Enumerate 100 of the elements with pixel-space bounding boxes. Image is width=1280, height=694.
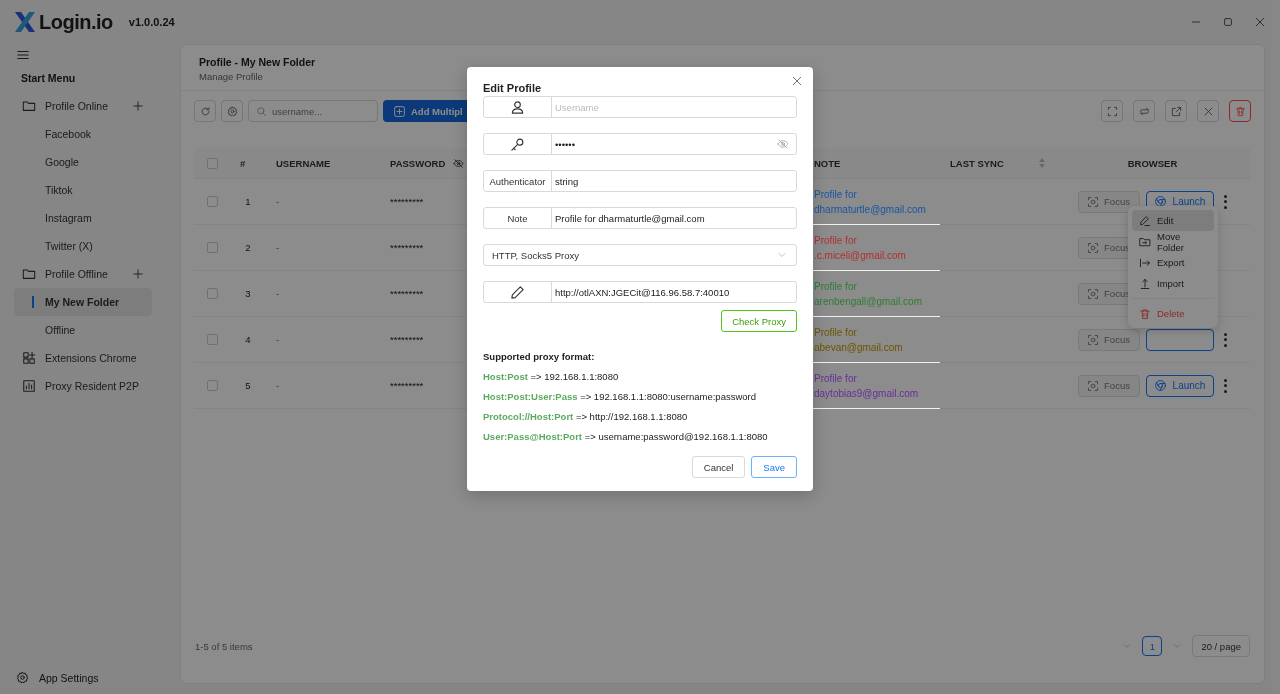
refresh-icon <box>199 105 211 117</box>
text-input[interactable]: string <box>552 171 796 191</box>
sync-icon <box>1138 105 1150 117</box>
table-cell: - <box>276 196 280 207</box>
items-summary: 1-5 of 5 items <box>195 640 253 652</box>
menu-item[interactable]: Edit <box>1132 210 1214 231</box>
sidebar-item[interactable]: Profile Offline <box>14 260 152 288</box>
user-icon <box>510 99 525 115</box>
close-icon <box>791 75 803 87</box>
more-button[interactable] <box>1223 332 1228 347</box>
refresh-button[interactable] <box>194 100 216 122</box>
row-number: 5 <box>245 380 251 391</box>
note-text: abevan@gmail.com <box>814 340 903 355</box>
app-name: Login.io <box>39 10 113 34</box>
note-text: .c.miceli@gmail.com <box>814 248 906 263</box>
password-field[interactable]: •••••• <box>483 133 797 155</box>
settings-button[interactable] <box>221 100 243 122</box>
checkbox[interactable] <box>206 196 218 207</box>
field-label: Note <box>484 208 552 228</box>
save-button[interactable]: Save <box>751 456 797 478</box>
settings-icon <box>16 671 29 684</box>
app-settings-link[interactable]: App Settings <box>39 671 99 684</box>
eye-off-icon <box>777 138 789 150</box>
folder-icon <box>22 99 36 113</box>
focus-icon <box>1087 379 1100 392</box>
pencil-icon <box>1139 214 1151 227</box>
delete-button[interactable] <box>1229 100 1251 122</box>
column-header: BROWSER <box>1127 157 1178 169</box>
cancel-button[interactable]: Cancel <box>691 456 746 478</box>
text-field[interactable]: Note Profile for dharmaturtle@gmail.com <box>483 207 797 229</box>
grid-plus-icon <box>22 351 36 365</box>
checkbox[interactable] <box>206 242 218 253</box>
note-text: Profile for <box>814 279 857 294</box>
row-number: 3 <box>245 288 251 299</box>
more-button[interactable] <box>1223 194 1228 209</box>
checkbox[interactable] <box>206 380 218 391</box>
trash-icon <box>1234 105 1246 117</box>
note-text: Profile for <box>814 187 857 202</box>
table-cell: ********* <box>390 196 424 207</box>
text-input[interactable]: Profile for dharmaturtle@gmail.com <box>552 208 796 228</box>
note-text: daytobias9@gmail.com <box>814 386 919 401</box>
page-button[interactable]: 1 <box>1142 636 1163 656</box>
sync-button[interactable] <box>1133 100 1155 122</box>
text-input[interactable]: http://otlAXN:JGECit@116.96.58.7:40010 <box>552 282 796 302</box>
fullscreen-button[interactable] <box>1101 100 1123 122</box>
more-button[interactable] <box>1223 378 1228 393</box>
browser-icon <box>1153 379 1167 392</box>
sort-icon[interactable] <box>1039 158 1045 168</box>
column-header: LAST SYNC <box>950 157 1004 169</box>
page-size-select[interactable]: 20 / page <box>1192 635 1250 657</box>
key-icon <box>510 136 525 152</box>
launch-button[interactable]: Launch <box>1145 374 1214 397</box>
username-field[interactable]: Username <box>483 96 797 118</box>
search-input[interactable]: username... <box>272 105 372 117</box>
open-external-button[interactable] <box>1165 100 1187 122</box>
browser-icon <box>1153 195 1167 208</box>
proxy-field[interactable]: http://otlAXN:JGECit@116.96.58.7:40010 <box>483 281 797 303</box>
pencil-icon <box>510 284 525 300</box>
text-field[interactable]: Authenticator string <box>483 170 797 192</box>
column-header: USERNAME <box>276 157 331 169</box>
sidebar-item[interactable]: Offline <box>14 316 152 344</box>
sidebar-item[interactable]: Instagram <box>14 204 152 232</box>
proxy-format-line: Host:Post:User:Pass => 192.168.1.1:8080:username:password <box>483 391 757 402</box>
checkbox[interactable] <box>206 334 218 345</box>
folder-icon <box>22 267 36 281</box>
proxy-format-line: User:Pass@Host:Port => username:password@192.168.1.1:8080 <box>483 431 769 442</box>
row-number: 2 <box>245 242 251 253</box>
search-field[interactable]: username... <box>248 100 378 122</box>
launch-button[interactable] <box>1145 328 1214 351</box>
upload-icon <box>1139 277 1151 290</box>
check-proxy-button[interactable]: Check Proxy <box>721 310 797 332</box>
trash-icon <box>1139 307 1151 320</box>
sidebar-item[interactable]: Twitter (X) <box>14 232 152 260</box>
sidebar-item[interactable]: Extensions Chrome <box>14 344 152 372</box>
sidebar-title: Start Menu <box>20 72 77 86</box>
text-input[interactable]: •••••• <box>552 134 777 154</box>
menu-item[interactable]: Delete <box>1132 303 1214 324</box>
sidebar-item[interactable]: Proxy Resident P2P <box>14 372 152 400</box>
table-cell: ********* <box>390 380 424 391</box>
sidebar-item[interactable]: My New Folder <box>14 288 152 316</box>
app-version: v1.0.0.24 <box>128 16 175 28</box>
sidebar-item[interactable]: Google <box>14 148 152 176</box>
sidebar-item[interactable]: Profile Online <box>14 92 152 120</box>
add-icon <box>393 104 406 118</box>
focus-icon <box>1087 287 1100 300</box>
column-header: NOTE <box>814 157 841 169</box>
search-icon <box>256 105 267 117</box>
sidebar-item[interactable]: Tiktok <box>14 176 152 204</box>
checkbox[interactable] <box>206 288 218 299</box>
checkbox[interactable] <box>206 157 218 169</box>
note-text: dharmaturtle@gmail.com <box>814 202 926 217</box>
proxy-type-select[interactable]: HTTP, Socks5 Proxy <box>483 244 797 266</box>
plus-icon <box>132 268 144 280</box>
text-input[interactable]: Username <box>552 97 796 117</box>
fullscreen-icon <box>1106 105 1118 117</box>
sidebar-item[interactable]: Facebook <box>14 120 152 148</box>
proxy-format-line: Host:Post => 192.168.1.1:8080 <box>483 371 620 382</box>
table-cell: ********* <box>390 334 424 345</box>
focus-icon <box>1087 333 1100 346</box>
close-button[interactable] <box>791 75 803 87</box>
